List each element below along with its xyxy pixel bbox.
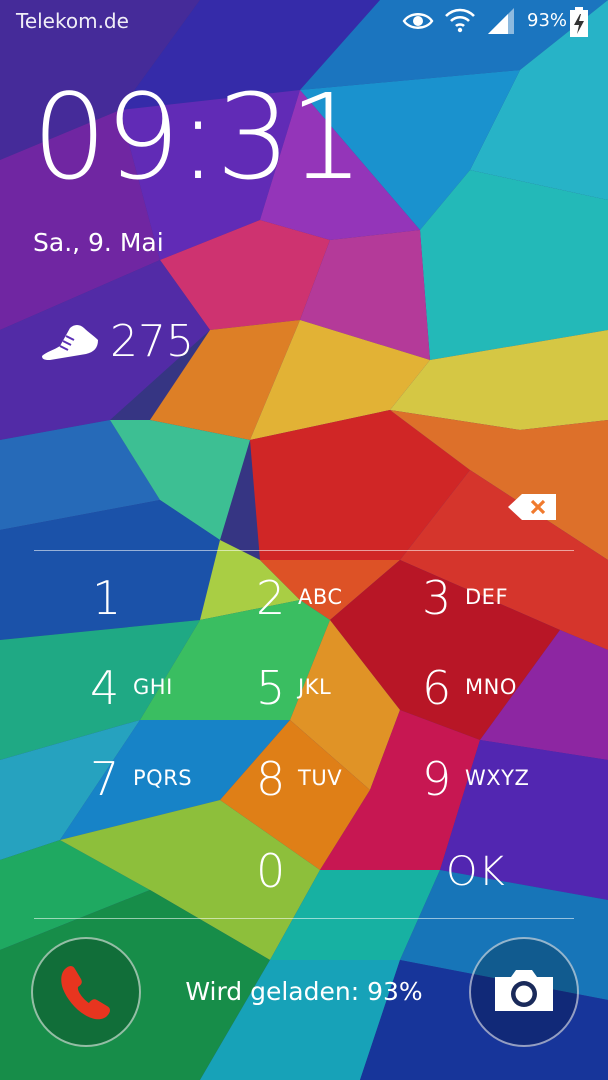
lockscreen-clock: 09:31 bbox=[32, 68, 364, 206]
ok-button[interactable]: OK bbox=[446, 852, 546, 932]
key-1[interactable]: 1 bbox=[92, 575, 212, 655]
camera-icon bbox=[495, 970, 553, 1011]
step-count: 275 bbox=[110, 316, 194, 367]
keypad-top-divider bbox=[34, 550, 574, 551]
key-2[interactable]: 2 ABC bbox=[256, 575, 376, 655]
key-5[interactable]: 5 JKL bbox=[256, 665, 376, 745]
wifi-icon bbox=[445, 8, 475, 33]
key-8[interactable]: 8 TUV bbox=[256, 756, 376, 836]
battery-charging-icon bbox=[570, 7, 588, 37]
camera-shortcut-button[interactable] bbox=[469, 937, 579, 1047]
backspace-icon[interactable] bbox=[506, 492, 558, 522]
key-6[interactable]: 6 MNO bbox=[422, 665, 542, 745]
status-bar: Telekom.de 93% bbox=[0, 0, 608, 44]
eye-icon bbox=[402, 13, 434, 29]
key-7[interactable]: 7 PQRS bbox=[90, 756, 210, 836]
carrier-name: Telekom.de bbox=[16, 9, 129, 33]
key-3[interactable]: 3 DEF bbox=[422, 575, 542, 655]
running-shoe-icon bbox=[42, 325, 98, 360]
key-9[interactable]: 9 WXYZ bbox=[422, 756, 552, 836]
key-0[interactable]: 0 bbox=[256, 848, 336, 928]
lockscreen-date: Sa., 9. Mai bbox=[33, 228, 164, 257]
key-4[interactable]: 4 GHI bbox=[90, 665, 210, 745]
keypad-bottom-divider bbox=[34, 918, 574, 919]
signal-icon bbox=[488, 8, 514, 34]
battery-percent: 93% bbox=[527, 10, 568, 31]
